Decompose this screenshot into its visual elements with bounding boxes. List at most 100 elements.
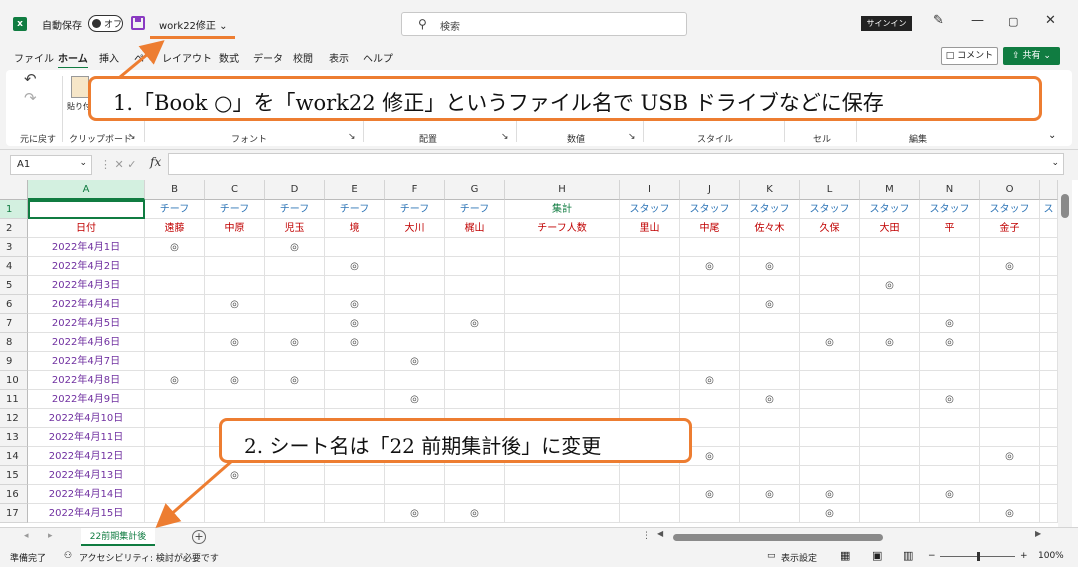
cell-m14[interactable] — [860, 447, 920, 466]
cell-partial-10[interactable] — [1040, 371, 1058, 390]
cell-partial-9[interactable] — [1040, 352, 1058, 371]
cell-j1[interactable]: スタッフ — [680, 200, 740, 219]
cell-j7[interactable] — [680, 314, 740, 333]
tab-file[interactable]: ファイル — [14, 50, 54, 65]
display-settings[interactable]: 表示設定 — [781, 551, 817, 564]
cell-j6[interactable] — [680, 295, 740, 314]
cell-h16[interactable] — [505, 485, 620, 504]
cell-b15[interactable] — [145, 466, 205, 485]
cell-d4[interactable] — [265, 257, 325, 276]
cell-f1[interactable]: チーフ — [385, 200, 445, 219]
cell-d2[interactable]: 児玉 — [265, 219, 325, 238]
column-header-b[interactable]: B — [145, 180, 205, 200]
column-header-a[interactable]: A — [28, 180, 145, 200]
cell-n4[interactable] — [920, 257, 980, 276]
cell-o16[interactable] — [980, 485, 1040, 504]
cell-m15[interactable] — [860, 466, 920, 485]
page-break-view-icon[interactable]: ▥ — [903, 549, 913, 562]
cell-l15[interactable] — [800, 466, 860, 485]
autosave-toggle[interactable]: オフ — [88, 15, 123, 32]
tab-review[interactable]: 校閲 — [293, 50, 313, 65]
cell-c9[interactable] — [205, 352, 265, 371]
cell-d9[interactable] — [265, 352, 325, 371]
cell-d10[interactable]: ◎ — [265, 371, 325, 390]
cell-n14[interactable] — [920, 447, 980, 466]
row-header-10[interactable]: 10 — [0, 371, 28, 390]
cell-k1[interactable]: スタッフ — [740, 200, 800, 219]
cell-g9[interactable] — [445, 352, 505, 371]
insert-function-icon[interactable]: fx — [150, 155, 161, 169]
cell-b12[interactable] — [145, 409, 205, 428]
cell-m9[interactable] — [860, 352, 920, 371]
cell-n15[interactable] — [920, 466, 980, 485]
expand-formula-icon[interactable]: ⌄ — [1051, 158, 1059, 168]
cell-b9[interactable] — [145, 352, 205, 371]
cell-c17[interactable] — [205, 504, 265, 523]
cell-h7[interactable] — [505, 314, 620, 333]
horizontal-scrollbar[interactable]: ◀ ▶ — [655, 529, 1045, 542]
sheet-prev-icon[interactable]: ◂ — [24, 531, 29, 541]
cell-a9[interactable]: 2022年4月7日 — [28, 352, 145, 371]
cell-n12[interactable] — [920, 409, 980, 428]
cell-m5[interactable]: ◎ — [860, 276, 920, 295]
close-icon[interactable]: ✕ — [1045, 13, 1056, 28]
cell-j17[interactable] — [680, 504, 740, 523]
column-header-m[interactable]: M — [860, 180, 920, 200]
row-header-14[interactable]: 14 — [0, 447, 28, 466]
row-header-4[interactable]: 4 — [0, 257, 28, 276]
column-header-k[interactable]: K — [740, 180, 800, 200]
column-header-partial[interactable] — [1040, 180, 1058, 200]
cell-n13[interactable] — [920, 428, 980, 447]
cell-partial-13[interactable] — [1040, 428, 1058, 447]
cell-i11[interactable] — [620, 390, 680, 409]
row-header-7[interactable]: 7 — [0, 314, 28, 333]
cell-h2[interactable]: チーフ人数 — [505, 219, 620, 238]
cell-l7[interactable] — [800, 314, 860, 333]
cell-partial-7[interactable] — [1040, 314, 1058, 333]
cell-n8[interactable]: ◎ — [920, 333, 980, 352]
cell-n16[interactable]: ◎ — [920, 485, 980, 504]
cell-m2[interactable]: 大田 — [860, 219, 920, 238]
cell-l5[interactable] — [800, 276, 860, 295]
cell-i9[interactable] — [620, 352, 680, 371]
cell-partial-16[interactable] — [1040, 485, 1058, 504]
cell-e5[interactable] — [325, 276, 385, 295]
cell-n1[interactable]: スタッフ — [920, 200, 980, 219]
cell-l17[interactable]: ◎ — [800, 504, 860, 523]
row-header-5[interactable]: 5 — [0, 276, 28, 295]
tab-data[interactable]: データ — [253, 50, 283, 65]
name-box[interactable]: A1 ⌄ — [10, 155, 92, 175]
cell-d6[interactable] — [265, 295, 325, 314]
cell-h15[interactable] — [505, 466, 620, 485]
cell-b7[interactable] — [145, 314, 205, 333]
cell-a13[interactable]: 2022年4月11日 — [28, 428, 145, 447]
cell-b3[interactable]: ◎ — [145, 238, 205, 257]
cell-e2[interactable]: 境 — [325, 219, 385, 238]
cell-b17[interactable] — [145, 504, 205, 523]
zoom-out-icon[interactable]: − — [928, 551, 936, 561]
cell-b14[interactable] — [145, 447, 205, 466]
cell-j3[interactable] — [680, 238, 740, 257]
cell-b4[interactable] — [145, 257, 205, 276]
cell-h8[interactable] — [505, 333, 620, 352]
cell-a16[interactable]: 2022年4月14日 — [28, 485, 145, 504]
cell-g1[interactable]: チーフ — [445, 200, 505, 219]
cell-e3[interactable] — [325, 238, 385, 257]
cell-b16[interactable] — [145, 485, 205, 504]
cell-a2[interactable]: 日付 — [28, 219, 145, 238]
cell-c2[interactable]: 中原 — [205, 219, 265, 238]
cell-c5[interactable] — [205, 276, 265, 295]
cell-g17[interactable]: ◎ — [445, 504, 505, 523]
cell-d11[interactable] — [265, 390, 325, 409]
cell-o13[interactable] — [980, 428, 1040, 447]
cell-f6[interactable] — [385, 295, 445, 314]
cell-h3[interactable] — [505, 238, 620, 257]
cell-e17[interactable] — [325, 504, 385, 523]
cell-a17[interactable]: 2022年4月15日 — [28, 504, 145, 523]
page-layout-view-icon[interactable]: ▣ — [872, 549, 882, 562]
accessibility-status[interactable]: アクセシビリティ: 検討が必要です — [79, 551, 219, 564]
cell-m11[interactable] — [860, 390, 920, 409]
cell-o15[interactable] — [980, 466, 1040, 485]
signin-button[interactable]: サインイン — [861, 16, 912, 31]
cell-f5[interactable] — [385, 276, 445, 295]
